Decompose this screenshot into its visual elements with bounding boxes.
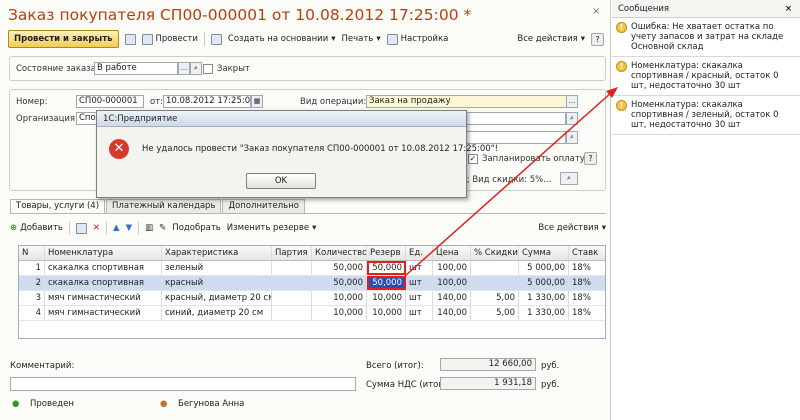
annotation-arrow [404, 87, 618, 277]
error-icon: ✕ [109, 139, 129, 159]
ok-button[interactable]: OK [246, 173, 316, 189]
dialog-message: Не удалось провести "Заказ покупателя СП… [142, 144, 499, 154]
dialog-title: 1С:Предприятие [97, 111, 466, 127]
error-dialog: 1С:Предприятие ✕ Не удалось провести "За… [96, 110, 498, 198]
